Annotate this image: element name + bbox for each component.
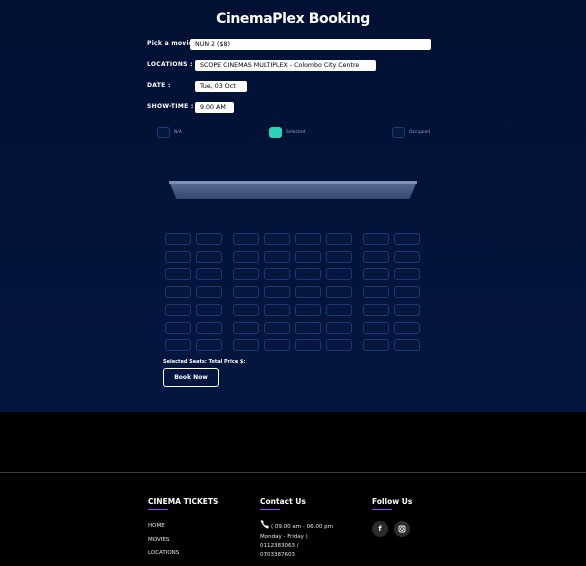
seat[interactable] xyxy=(233,268,259,280)
seat[interactable] xyxy=(264,233,290,245)
legend-occupied-label: Occupied xyxy=(409,130,431,135)
legend-occupied-seat xyxy=(392,127,405,138)
seat[interactable] xyxy=(196,322,222,334)
legend-selected-seat xyxy=(269,127,282,138)
location-label: LOCATIONS : xyxy=(147,61,193,68)
booking-section: CinemaPlex Booking Pick a movie: NUN 2 (… xyxy=(0,0,586,412)
seat[interactable] xyxy=(233,339,259,351)
seat[interactable] xyxy=(196,286,222,298)
seat[interactable] xyxy=(196,339,222,351)
seat[interactable] xyxy=(363,304,389,316)
instagram-icon[interactable] xyxy=(394,521,410,537)
seat[interactable] xyxy=(394,251,420,263)
date-label: DATE : xyxy=(147,82,171,89)
seat[interactable] xyxy=(295,322,321,334)
movie-select[interactable]: NUN 2 ($8) xyxy=(190,39,431,50)
seat[interactable] xyxy=(326,233,352,245)
legend-na-seat xyxy=(157,127,170,138)
footer-contact-heading: Contact Us xyxy=(260,497,306,506)
phone-icon xyxy=(260,520,269,529)
book-now-button[interactable]: Book Now xyxy=(163,368,219,387)
seat[interactable] xyxy=(363,322,389,334)
seat[interactable] xyxy=(165,304,191,316)
seat[interactable] xyxy=(264,339,290,351)
seat[interactable] xyxy=(295,268,321,280)
showtime-label: SHOW-TIME : xyxy=(147,103,194,110)
seat[interactable] xyxy=(394,268,420,280)
seat[interactable] xyxy=(233,286,259,298)
seat[interactable] xyxy=(264,322,290,334)
contact-hours: ( 09.00 am - 06.00 pm xyxy=(271,524,333,530)
location-select[interactable]: SCOPE CINEMAS MULTIPLEX - Colombo City C… xyxy=(195,60,376,71)
seat[interactable] xyxy=(394,286,420,298)
seat[interactable] xyxy=(233,251,259,263)
instagram-glyph-icon xyxy=(398,525,406,533)
footer-link-locations[interactable]: LOCATIONS xyxy=(148,550,179,556)
seat[interactable] xyxy=(326,339,352,351)
seat[interactable] xyxy=(363,339,389,351)
seat[interactable] xyxy=(363,286,389,298)
seat[interactable] xyxy=(165,339,191,351)
footer-follow-heading: Follow Us xyxy=(372,497,413,506)
seat[interactable] xyxy=(165,268,191,280)
seat[interactable] xyxy=(394,339,420,351)
seat[interactable] xyxy=(233,233,259,245)
page-title: CinemaPlex Booking xyxy=(216,11,370,27)
seat[interactable] xyxy=(196,251,222,263)
legend-na-label: N/A xyxy=(174,130,182,135)
seat[interactable] xyxy=(165,322,191,334)
footer-divider xyxy=(0,472,586,473)
contact-phone-2: 0703387603 xyxy=(260,552,295,558)
seat[interactable] xyxy=(165,233,191,245)
seat[interactable] xyxy=(233,304,259,316)
movie-label: Pick a movie: xyxy=(147,40,196,47)
footer-follow-underline xyxy=(372,509,392,510)
seat[interactable] xyxy=(326,322,352,334)
seat[interactable] xyxy=(295,304,321,316)
seat[interactable] xyxy=(295,339,321,351)
seat[interactable] xyxy=(295,233,321,245)
footer-link-movies[interactable]: MOVIES xyxy=(148,537,169,543)
seat[interactable] xyxy=(326,268,352,280)
footer-link-home[interactable]: HOME xyxy=(148,523,165,529)
selection-summary: Selected Seats: Total Price $: xyxy=(163,359,246,365)
seat[interactable] xyxy=(233,322,259,334)
cinema-screen-edge xyxy=(169,181,417,184)
seat[interactable] xyxy=(394,233,420,245)
seat[interactable] xyxy=(363,268,389,280)
seat[interactable] xyxy=(165,286,191,298)
seat[interactable] xyxy=(295,251,321,263)
footer-tickets-heading: CINEMA TICKETS xyxy=(148,497,219,506)
seat[interactable] xyxy=(394,304,420,316)
seat[interactable] xyxy=(363,233,389,245)
showtime-select[interactable]: 9.00 AM xyxy=(195,102,234,113)
seat[interactable] xyxy=(196,304,222,316)
seat[interactable] xyxy=(326,304,352,316)
legend-selected-label: Selected xyxy=(286,130,306,135)
footer-contact-underline xyxy=(260,509,280,510)
seat[interactable] xyxy=(326,286,352,298)
seat[interactable] xyxy=(196,233,222,245)
seat[interactable] xyxy=(363,251,389,263)
footer-tickets-underline xyxy=(148,509,168,510)
seat[interactable] xyxy=(264,286,290,298)
date-select[interactable]: Tue, 03 Oct xyxy=(195,81,247,92)
seat[interactable] xyxy=(295,286,321,298)
seat[interactable] xyxy=(264,304,290,316)
seat[interactable] xyxy=(165,251,191,263)
seat[interactable] xyxy=(394,322,420,334)
seat[interactable] xyxy=(326,251,352,263)
seat[interactable] xyxy=(196,268,222,280)
facebook-icon[interactable]: f xyxy=(372,521,388,537)
seat[interactable] xyxy=(264,268,290,280)
seat[interactable] xyxy=(264,251,290,263)
